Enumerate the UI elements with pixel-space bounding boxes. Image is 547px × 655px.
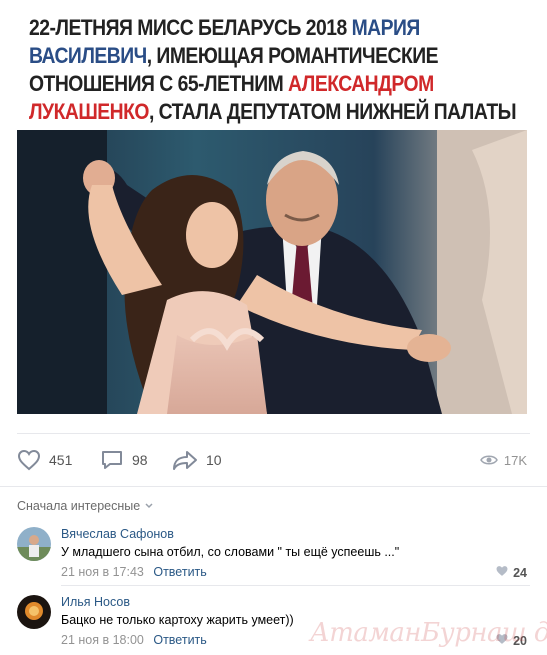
comment-author[interactable]: Вячеслав Сафонов xyxy=(61,527,174,541)
avatar[interactable] xyxy=(17,527,51,561)
reply-button[interactable]: Ответить xyxy=(153,565,206,579)
heart-icon xyxy=(495,565,509,580)
divider xyxy=(0,486,547,487)
share-count: 10 xyxy=(206,452,222,468)
comment-text: У младшего сына отбил, со словами " ты е… xyxy=(61,545,400,559)
post-actions: 451 98 10 17K xyxy=(17,447,527,473)
views-counter: 17K xyxy=(479,447,527,473)
divider xyxy=(17,433,530,434)
comment-meta: 21 ноя в 17:43 Ответить xyxy=(61,565,207,579)
comment-button[interactable]: 98 xyxy=(100,447,148,473)
like-count: 451 xyxy=(49,452,73,468)
avatar[interactable] xyxy=(17,595,51,629)
comment-text: Бацко не только картоху жарить умеет)) xyxy=(61,613,294,627)
sort-label: Сначала интересные xyxy=(17,499,141,513)
comment-date[interactable]: 21 ноя в 18:00 xyxy=(61,633,144,647)
divider xyxy=(61,585,530,586)
comment-meta: 21 ноя в 18:00 Ответить xyxy=(61,633,207,647)
share-icon xyxy=(172,449,198,471)
comment-author[interactable]: Илья Носов xyxy=(61,595,130,609)
comment-icon xyxy=(100,449,124,471)
comment-count: 98 xyxy=(132,452,148,468)
chevron-down-icon xyxy=(144,499,154,513)
comments-sort-dropdown[interactable]: Сначала интересные xyxy=(17,499,154,513)
comment-like-count: 24 xyxy=(513,565,527,580)
share-button[interactable]: 10 xyxy=(172,447,222,473)
post-photo[interactable] xyxy=(17,130,527,414)
eye-icon xyxy=(479,454,498,466)
comment-item: Вячеслав Сафонов У младшего сына отбил, … xyxy=(17,527,527,582)
headline-text-1: 22-ЛЕТНЯЯ МИСС БЕЛАРУСЬ 2018 xyxy=(29,15,352,40)
heart-icon xyxy=(17,449,41,471)
views-count: 17K xyxy=(503,452,527,468)
comment-like-button[interactable]: 24 xyxy=(495,565,527,580)
watermark: АтаманБурнаш для ЯП xyxy=(310,618,547,648)
comment-date[interactable]: 21 ноя в 17:43 xyxy=(61,565,144,579)
reply-button[interactable]: Ответить xyxy=(153,633,206,647)
like-button[interactable]: 451 xyxy=(17,447,72,473)
